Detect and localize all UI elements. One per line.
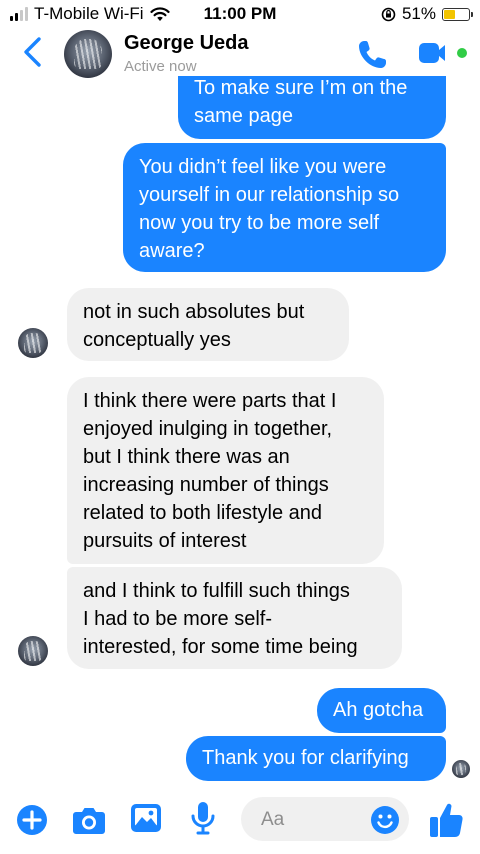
message-line: Thank you for clarifying bbox=[202, 747, 409, 769]
message-input[interactable]: Aa bbox=[241, 797, 409, 841]
battery-percent: 51% bbox=[401, 4, 436, 23]
message-line: now you try to be more self bbox=[139, 212, 380, 234]
image-icon[interactable] bbox=[130, 802, 162, 834]
sender-avatar[interactable] bbox=[18, 636, 48, 666]
message-line: enjoyed inulging in together, bbox=[83, 418, 333, 440]
message-composer: Aa bbox=[0, 795, 480, 854]
status-bar: T-Mobile Wi-Fi 11:00 PM 51% bbox=[0, 0, 480, 28]
camera-icon[interactable] bbox=[72, 804, 106, 836]
message-bubble-outgoing[interactable]: Ah gotcha bbox=[317, 688, 446, 733]
active-status-dot bbox=[457, 48, 467, 58]
message-line: same page bbox=[194, 105, 293, 127]
message-line: To make sure I’m on the bbox=[194, 77, 408, 99]
battery-icon bbox=[442, 7, 473, 21]
message-line: Ah gotcha bbox=[333, 699, 424, 721]
message-line: and I think to fulfill such things bbox=[83, 580, 350, 602]
message-bubble-outgoing[interactable]: To make sure I’m on the same page bbox=[178, 76, 446, 139]
message-line: aware? bbox=[139, 240, 205, 262]
message-bubble-outgoing[interactable]: You didn’t feel like you were yourself i… bbox=[123, 143, 446, 272]
rotation-lock-icon bbox=[381, 7, 396, 21]
thumbs-up-icon[interactable] bbox=[428, 801, 464, 839]
message-line: pursuits of interest bbox=[83, 530, 247, 552]
emoji-icon[interactable] bbox=[370, 805, 400, 835]
sender-avatar[interactable] bbox=[18, 328, 48, 358]
message-line: yourself in our relationship so bbox=[139, 184, 400, 206]
message-line: conceptually yes bbox=[83, 329, 231, 351]
message-bubble-incoming[interactable]: I think there were parts that I enjoyed … bbox=[67, 377, 384, 564]
status-right: 51% bbox=[381, 4, 473, 24]
message-line: but I think there was an bbox=[83, 446, 290, 468]
contact-avatar[interactable] bbox=[64, 30, 112, 78]
message-line: related to both lifestyle and bbox=[83, 502, 323, 524]
message-line: interested, for some time being bbox=[83, 636, 358, 658]
microphone-icon[interactable] bbox=[190, 801, 216, 837]
message-input-placeholder: Aa bbox=[261, 809, 285, 830]
message-line: increasing number of things bbox=[83, 474, 329, 496]
plus-icon[interactable] bbox=[16, 804, 48, 836]
contact-status: Active now bbox=[124, 58, 197, 75]
phone-icon[interactable] bbox=[355, 38, 389, 72]
video-camera-icon[interactable] bbox=[418, 40, 446, 66]
message-line: I had to be more self- bbox=[83, 608, 272, 630]
contact-name[interactable]: George Ueda bbox=[124, 32, 248, 55]
message-bubble-incoming[interactable]: and I think to fulfill such things I had… bbox=[67, 567, 402, 669]
read-receipt-avatar bbox=[452, 760, 470, 778]
message-bubble-incoming[interactable]: not in such absolutes but conceptually y… bbox=[67, 288, 349, 361]
message-bubble-outgoing[interactable]: Thank you for clarifying bbox=[186, 736, 446, 781]
message-line: not in such absolutes but bbox=[83, 301, 305, 323]
message-line: You didn’t feel like you were bbox=[139, 156, 387, 178]
back-arrow-icon[interactable] bbox=[18, 34, 48, 70]
message-line: I think there were parts that I bbox=[83, 390, 337, 412]
